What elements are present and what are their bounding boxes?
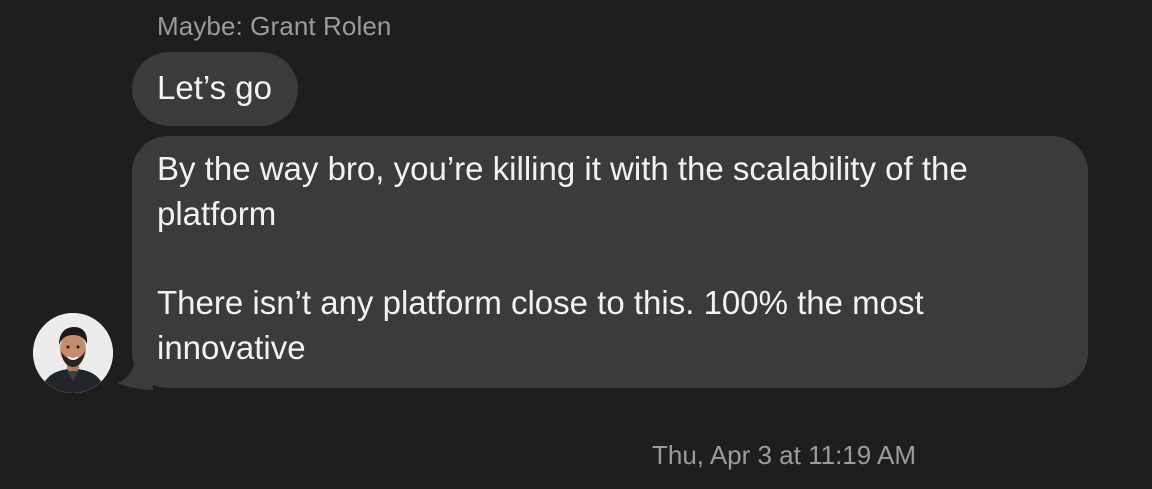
avatar[interactable]	[33, 313, 113, 393]
message-bubble[interactable]: Let’s go	[132, 52, 298, 126]
timestamp: Thu, Apr 3 at 11:19 AM	[652, 440, 917, 470]
contact-photo-icon	[33, 313, 113, 393]
message-thread: Maybe: Grant Rolen Let’s go By the way b…	[0, 0, 1152, 489]
message-paragraph: There isn’t any platform close to this. …	[157, 284, 924, 366]
bubble-tail	[117, 352, 153, 390]
message-bubble[interactable]: By the way bro, you’re killing it with t…	[132, 136, 1088, 388]
sender-name: Maybe: Grant Rolen	[157, 11, 392, 41]
message-paragraph: By the way bro, you’re killing it with t…	[157, 150, 968, 232]
